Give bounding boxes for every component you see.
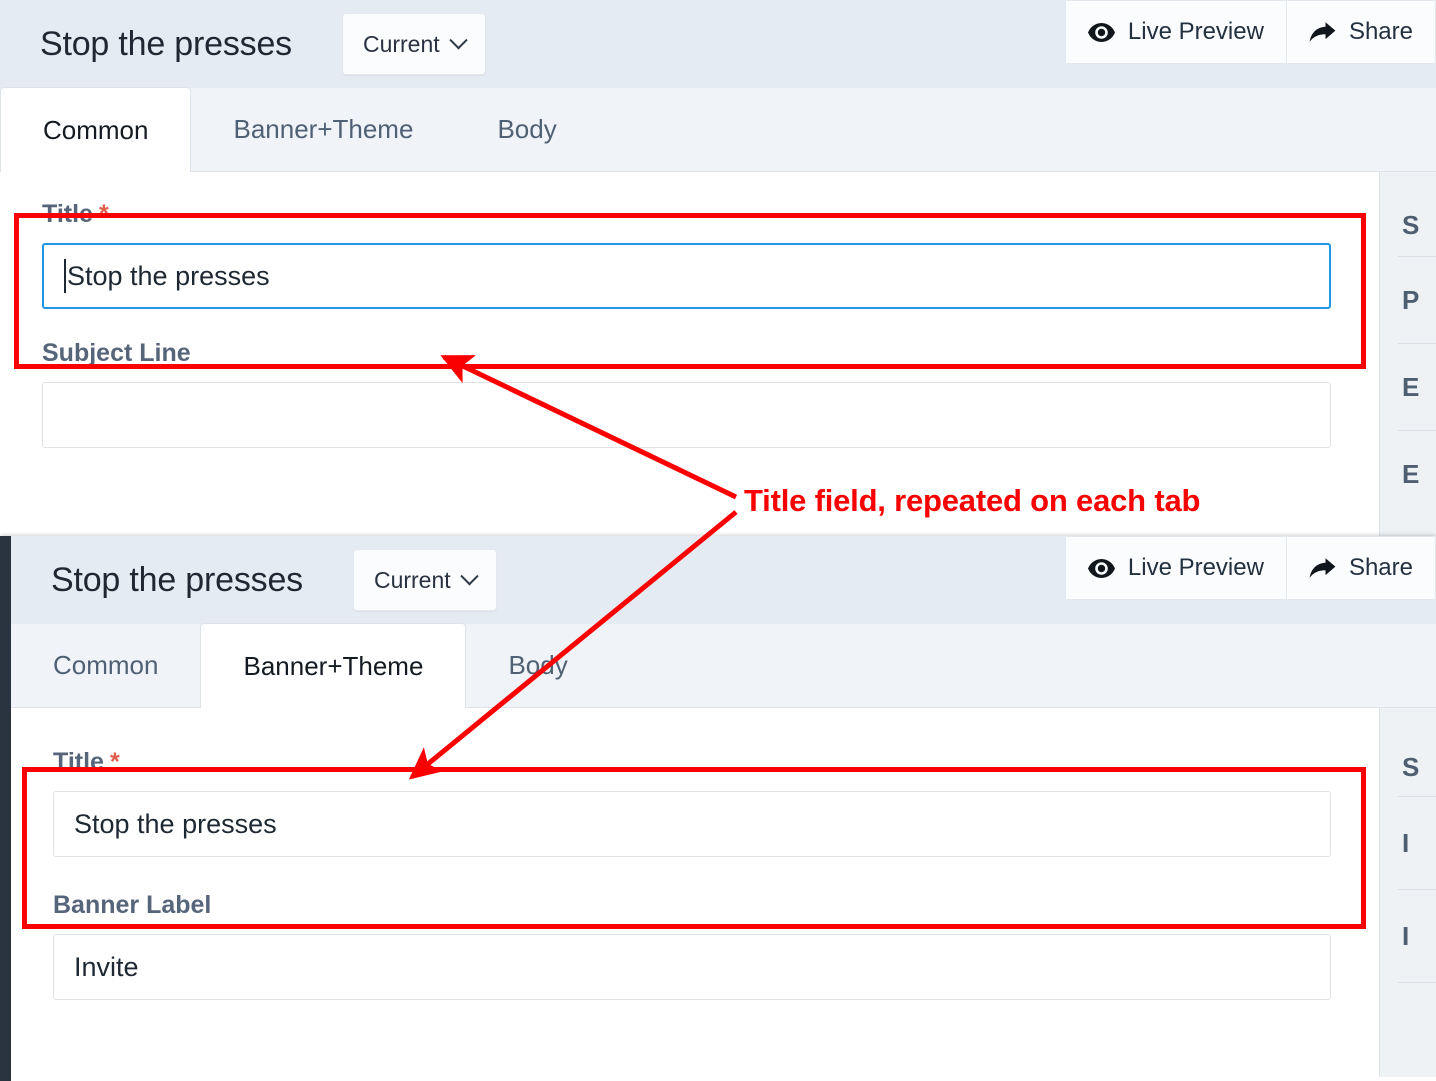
tab-body-label: Body bbox=[497, 113, 557, 144]
share-arrow-icon bbox=[1309, 22, 1336, 42]
rail-item-2[interactable]: E bbox=[1380, 344, 1436, 430]
page-title: Stop the presses bbox=[40, 24, 292, 63]
chevron-down-icon bbox=[448, 30, 468, 49]
rail-item-b1[interactable]: I bbox=[1380, 797, 1436, 889]
panel-header-top: Stop the presses Current Live Preview Sh… bbox=[0, 0, 1436, 88]
version-dropdown[interactable]: Current bbox=[341, 13, 486, 75]
title-input[interactable]: Stop the presses bbox=[42, 243, 1331, 309]
header-actions-bottom: Live Preview Share bbox=[1064, 536, 1436, 600]
tabbar-top: Common Banner+Theme Body bbox=[0, 87, 1436, 172]
version-dropdown-label-bottom: Current bbox=[373, 566, 451, 593]
live-preview-button[interactable]: Live Preview bbox=[1064, 0, 1287, 64]
field-banner-label: Banner Label Invite bbox=[53, 891, 1331, 1000]
tab-common-label-bottom: Common bbox=[53, 649, 159, 680]
field-title-label: Title bbox=[42, 200, 93, 228]
screenshot-stage: Stop the presses Current Live Preview Sh… bbox=[0, 0, 1436, 1081]
panel-header-bottom: Stop the presses Current Live Preview Sh… bbox=[11, 536, 1436, 624]
rail-item-b0[interactable]: S bbox=[1380, 738, 1436, 796]
title-input-value-bottom: Stop the presses bbox=[74, 808, 277, 839]
tab-common[interactable]: Common bbox=[0, 87, 192, 172]
side-rail-top: S P E E bbox=[1379, 172, 1436, 541]
rail-item-b2[interactable]: I bbox=[1380, 890, 1436, 982]
banner-label-input-value: Invite bbox=[74, 951, 139, 982]
tab-body[interactable]: Body bbox=[455, 87, 598, 171]
required-asterisk-icon: * bbox=[98, 200, 109, 228]
tab-banner-theme[interactable]: Banner+Theme bbox=[191, 87, 455, 171]
tab-common-label: Common bbox=[43, 114, 149, 145]
tab-body-bottom[interactable]: Body bbox=[466, 623, 609, 707]
tab-common-bottom[interactable]: Common bbox=[11, 623, 200, 707]
field-title-bottom: Title * Stop the presses bbox=[53, 748, 1331, 857]
editor-panel-banner-theme-tab: Stop the presses Current Live Preview Sh… bbox=[0, 536, 1436, 1081]
panel-body-top: Title * Stop the presses Subject Line S … bbox=[0, 172, 1436, 541]
share-label: Share bbox=[1348, 18, 1413, 45]
share-arrow-icon bbox=[1309, 558, 1336, 578]
banner-label-input[interactable]: Invite bbox=[53, 934, 1331, 1000]
title-input-value: Stop the presses bbox=[67, 260, 270, 291]
share-button-bottom[interactable]: Share bbox=[1286, 536, 1436, 600]
header-actions-top: Live Preview Share bbox=[1064, 0, 1436, 64]
version-dropdown-label: Current bbox=[362, 30, 440, 57]
editor-panel-common-tab: Stop the presses Current Live Preview Sh… bbox=[0, 0, 1436, 545]
panel-body-bottom: Title * Stop the presses Banner Label In… bbox=[11, 708, 1436, 1077]
text-caret bbox=[64, 259, 66, 293]
field-banner-label-label: Banner Label bbox=[53, 891, 212, 919]
field-title-label-bottom: Title bbox=[53, 748, 104, 776]
annotation-callout-text: Title field, repeated on each tab bbox=[744, 483, 1201, 518]
tabbar-bottom: Common Banner+Theme Body bbox=[11, 623, 1436, 708]
title-input-bottom[interactable]: Stop the presses bbox=[53, 791, 1331, 857]
rail-divider bbox=[1398, 982, 1436, 983]
subject-line-input[interactable] bbox=[42, 382, 1331, 448]
share-label-bottom: Share bbox=[1348, 554, 1413, 581]
tab-banner-theme-label-bottom: Banner+Theme bbox=[243, 650, 424, 681]
live-preview-label-bottom: Live Preview bbox=[1127, 554, 1264, 581]
form-column-bottom: Title * Stop the presses Banner Label In… bbox=[11, 708, 1379, 1077]
chevron-down-icon bbox=[459, 566, 479, 585]
tab-body-label-bottom: Body bbox=[508, 649, 568, 680]
window-left-edge bbox=[0, 536, 11, 1081]
rail-item-0[interactable]: S bbox=[1380, 194, 1436, 256]
share-button[interactable]: Share bbox=[1286, 0, 1436, 64]
field-title: Title * Stop the presses bbox=[42, 200, 1331, 309]
tab-banner-theme-label: Banner+Theme bbox=[233, 113, 414, 144]
tab-banner-theme-bottom[interactable]: Banner+Theme bbox=[200, 623, 467, 708]
rail-item-1[interactable]: P bbox=[1380, 257, 1436, 343]
live-preview-button-bottom[interactable]: Live Preview bbox=[1064, 536, 1287, 600]
live-preview-label: Live Preview bbox=[1127, 18, 1264, 45]
side-rail-bottom: S I I bbox=[1379, 708, 1436, 1077]
field-subject-line: Subject Line bbox=[42, 339, 1331, 448]
eye-icon bbox=[1087, 22, 1115, 42]
version-dropdown-bottom[interactable]: Current bbox=[352, 549, 497, 611]
page-title-bottom: Stop the presses bbox=[51, 560, 303, 599]
rail-item-3[interactable]: E bbox=[1380, 431, 1436, 517]
required-asterisk-icon: * bbox=[109, 748, 120, 776]
eye-icon bbox=[1087, 558, 1115, 578]
field-subject-line-label: Subject Line bbox=[42, 339, 191, 367]
